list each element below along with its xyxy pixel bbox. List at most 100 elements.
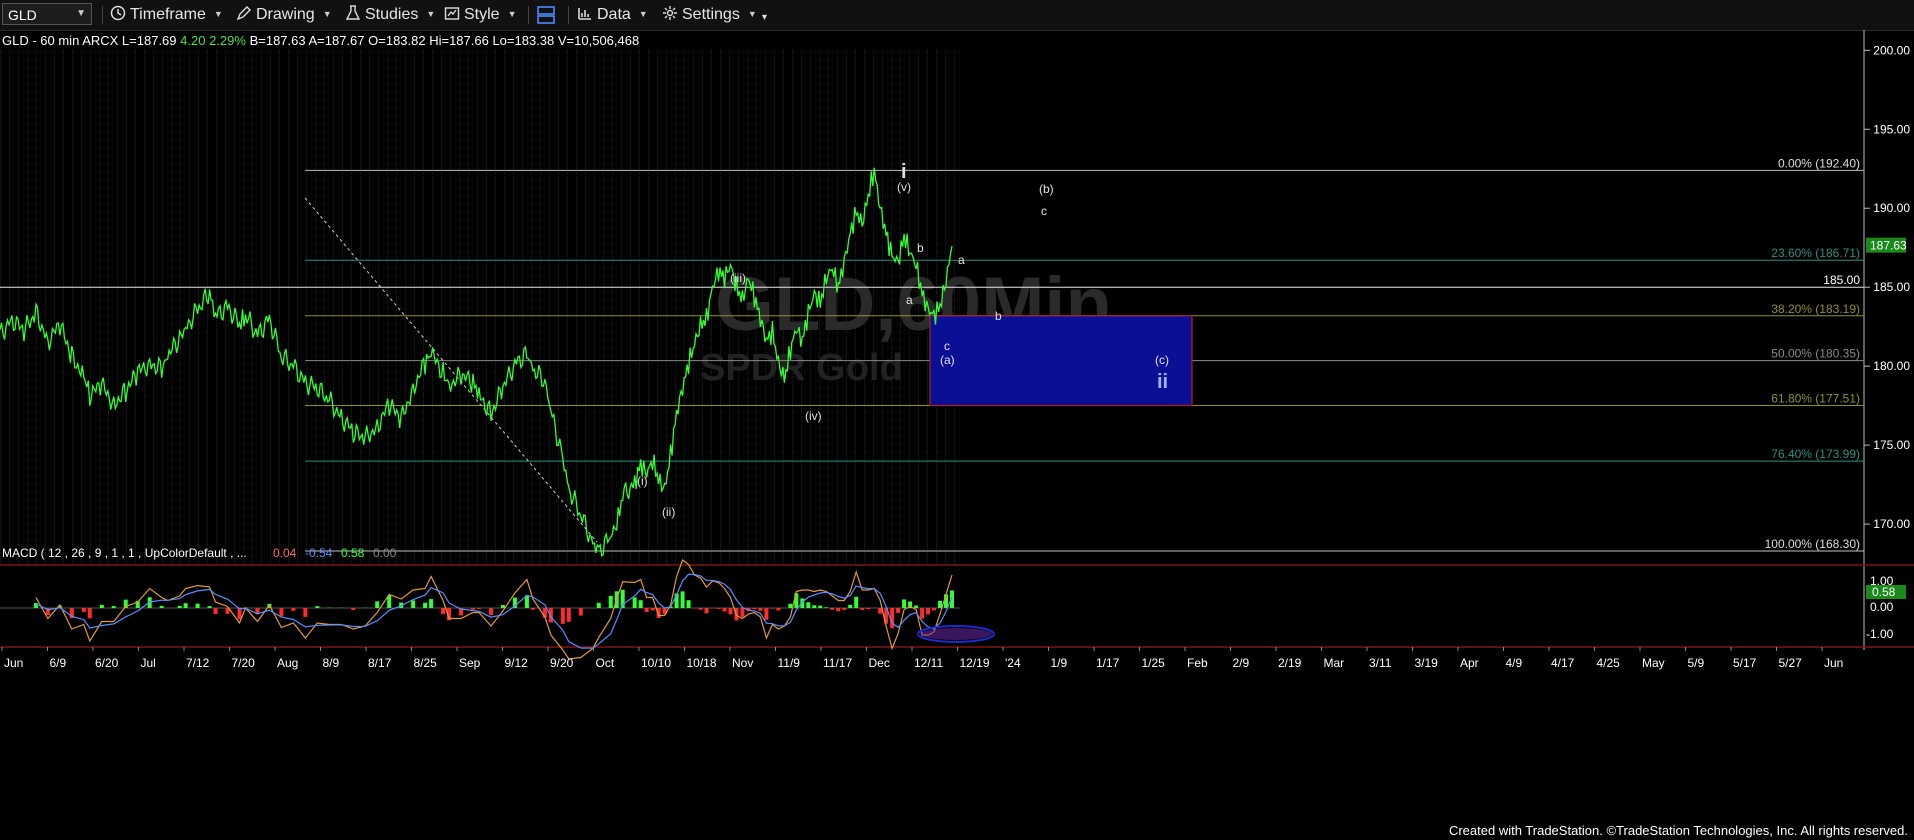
macd-histogram-bar [848, 604, 853, 608]
macd-histogram-bar [213, 608, 218, 615]
macd-signal-line [35, 573, 953, 649]
wave-label: (iii) [730, 271, 746, 285]
fib-level-label: 76.40% (173.99) [1771, 447, 1860, 461]
wave-label: (iv) [805, 409, 822, 423]
macd-histogram-bar [207, 606, 212, 608]
time-axis-label: 4/25 [1597, 656, 1621, 670]
macd-histogram-bar [896, 608, 901, 613]
fib-level-label: 61.80% (177.51) [1771, 391, 1860, 405]
macd-value: 0.58 [341, 546, 365, 560]
macd-histogram-bar [914, 605, 919, 608]
chevron-down-icon: ▼ [322, 9, 332, 19]
macd-histogram-bar [632, 597, 637, 608]
time-axis-label: Feb [1187, 656, 1208, 670]
time-axis-label: 5/27 [1779, 656, 1803, 670]
macd-histogram-bar [932, 608, 937, 611]
time-axis-label: May [1642, 656, 1665, 670]
macd-axis-tick: -1.00 [1866, 627, 1894, 641]
time-axis-label: 10/18 [687, 656, 717, 670]
macd-histogram-bar [902, 599, 907, 608]
time-axis-label: 10/10 [641, 656, 671, 670]
macd-histogram-bar [500, 605, 505, 608]
toolbar: GLD ▼ Timeframe ▼ Drawing ▼ Studies ▼ Style… [0, 0, 1914, 31]
macd-histogram-bar [33, 602, 38, 608]
macd-histogram-bar [860, 608, 865, 610]
fib-level-label: 23.60% (186.71) [1771, 246, 1860, 260]
macd-histogram-bar [644, 608, 649, 612]
time-axis-label: 6/20 [95, 656, 119, 670]
timeframe-label: Timeframe [130, 6, 206, 23]
macd-histogram-bar [195, 603, 200, 608]
wave-label: (a) [940, 353, 955, 367]
studies-menu[interactable]: Studies ▼ [345, 5, 435, 24]
price-chart[interactable]: GLD,60Min SPDR Gold 200.00195.00190.0018… [0, 30, 1914, 820]
studies-label: Studies [365, 6, 419, 23]
settings-label: Settings [682, 6, 740, 23]
layout-button[interactable] [536, 5, 560, 26]
wave-label: a [906, 293, 913, 307]
wave-label: (ii) [662, 505, 675, 519]
macd-histogram-bar [279, 608, 284, 617]
time-axis-label: 8/9 [323, 656, 340, 670]
time-axis-label: 1/17 [1096, 656, 1120, 670]
price-axis-tick-label: 190.00 [1873, 201, 1910, 215]
chevron-down-icon: ▼ [507, 9, 517, 19]
macd-histogram-bar [578, 608, 583, 616]
style-label: Style [464, 6, 500, 23]
time-axis-label: 12/19 [960, 656, 990, 670]
clock-icon [110, 5, 126, 21]
style-menu[interactable]: Style ▼ [444, 5, 517, 24]
macd-last-value: 0.58 [1872, 585, 1896, 599]
macd-histogram-bar [854, 596, 859, 608]
macd-histogram-bar [608, 595, 613, 608]
macd-histogram-bar [776, 608, 781, 611]
macd-histogram-bar [99, 604, 104, 608]
macd-histogram-bar [488, 608, 493, 616]
time-axis-label: '24 [1005, 656, 1021, 670]
macd-line [35, 559, 953, 660]
fib-level-label: 50.00% (180.35) [1771, 347, 1860, 361]
data-menu[interactable]: Data ▼ [577, 5, 648, 24]
chevron-down-icon: ▼ [747, 9, 757, 19]
macd-histogram-bar [303, 608, 308, 617]
time-axis-label: 8/17 [368, 656, 392, 670]
chevron-down-icon: ▼ [213, 9, 223, 19]
macd-histogram-bar [471, 608, 476, 610]
price-axis: 200.00 195.00 190.00 185.00 180.00 175.00 170.… [1864, 43, 1910, 531]
wave-label: (c) [1155, 353, 1169, 367]
macd-histogram-bar [752, 608, 757, 610]
fib-level-label: 38.20% (183.19) [1771, 302, 1860, 316]
time-axis-label: 9/12 [505, 656, 529, 670]
wave-label: c [1041, 204, 1047, 218]
time-axis-label: Apr [1460, 656, 1479, 670]
settings-menu[interactable]: Settings ▼ [662, 5, 757, 24]
price-axis-tick-label: 200.00 [1873, 43, 1910, 57]
toolbar-overflow[interactable]: ▾ [762, 12, 767, 23]
macd-histogram-bar [812, 605, 817, 608]
time-axis-label: 9/20 [550, 656, 574, 670]
macd-histogram-bar [477, 608, 481, 609]
time-axis: Jun 6/9 6/20 Jul 7/12 7/20 Aug 8/9 8/17 8/25 Sep 9/… [1, 647, 1843, 670]
price-axis-tick-label: 180.00 [1873, 359, 1910, 373]
macd-axis-tick: 0.00 [1870, 600, 1894, 614]
time-axis-label: 12/11 [914, 656, 943, 670]
timeframe-menu[interactable]: Timeframe ▼ [110, 5, 223, 24]
macd-value: 0.04 [273, 546, 297, 560]
pencil-icon [236, 6, 251, 21]
time-axis-label: 3/19 [1415, 656, 1439, 670]
time-axis-label: Jun [4, 656, 23, 670]
drawing-menu[interactable]: Drawing ▼ [236, 5, 332, 24]
symbol-selector[interactable]: GLD ▼ [2, 3, 92, 25]
macd-histogram-bar [920, 608, 925, 619]
horizontal-level-label: 185.00 [1823, 273, 1860, 287]
macd-histogram-bar [938, 600, 943, 608]
macd-histogram-bar [722, 608, 727, 612]
macd-histogram-bar [177, 605, 182, 608]
target-zone-box [929, 315, 1193, 407]
macd-histogram-bar [596, 602, 601, 608]
macd-histogram-bar [560, 608, 565, 624]
macd-histogram-bar [926, 608, 931, 615]
macd-histogram-bar [441, 608, 446, 615]
macd-histogram-bar [764, 608, 769, 620]
drawing-label: Drawing [256, 6, 315, 23]
